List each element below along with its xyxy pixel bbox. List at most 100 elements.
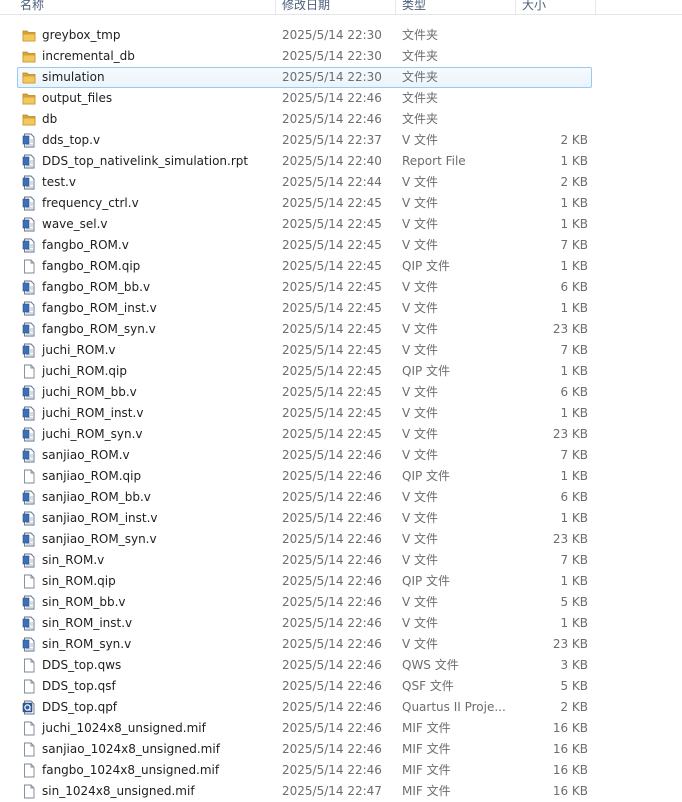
document-icon <box>22 679 36 694</box>
file-row[interactable]: sin_ROM.qip 2025/5/14 22:46 QIP 文件 1 KB <box>17 571 592 592</box>
file-date: 2025/5/14 22:46 <box>282 112 382 126</box>
file-size: 1 KB <box>560 301 588 315</box>
file-type: QIP 文件 <box>402 469 451 483</box>
file-row[interactable]: juchi_ROM_bb.v 2025/5/14 22:45 V 文件 6 KB <box>17 382 592 403</box>
verilog-file-icon <box>22 385 36 400</box>
file-row[interactable]: fangbo_ROM.v 2025/5/14 22:45 V 文件 7 KB <box>17 235 592 256</box>
file-type: V 文件 <box>402 616 439 630</box>
file-row[interactable]: test.v 2025/5/14 22:44 V 文件 2 KB <box>17 172 592 193</box>
folder-row[interactable]: greybox_tmp 2025/5/14 22:30 文件夹 <box>17 25 592 46</box>
file-name: test.v <box>42 175 76 189</box>
file-size <box>522 47 588 66</box>
file-row[interactable]: DDS_top.qws 2025/5/14 22:46 QWS 文件 3 KB <box>17 655 592 676</box>
file-name: sin_ROM.v <box>42 553 105 567</box>
file-size: 16 KB <box>552 742 588 756</box>
file-row[interactable]: sin_ROM.v 2025/5/14 22:46 V 文件 7 KB <box>17 550 592 571</box>
file-type: V 文件 <box>402 217 439 231</box>
file-row[interactable]: juchi_1024x8_unsigned.mif 2025/5/14 22:46… <box>17 718 592 739</box>
file-size: 5 KB <box>560 679 588 693</box>
file-row[interactable]: sanjiao_1024x8_unsigned.mif 2025/5/14 22:… <box>17 739 592 760</box>
file-row[interactable]: wave_sel.v 2025/5/14 22:45 V 文件 1 KB <box>17 214 592 235</box>
column-divider[interactable] <box>275 0 276 14</box>
column-header-date[interactable]: 修改日期 <box>280 0 330 14</box>
file-name: fangbo_ROM.qip <box>42 259 141 273</box>
file-size <box>522 110 588 129</box>
file-type: 文件夹 <box>402 112 439 126</box>
file-row[interactable]: sanjiao_ROM_bb.v 2025/5/14 22:46 V 文件 6 KB <box>17 487 592 508</box>
file-date: 2025/5/14 22:46 <box>282 91 382 105</box>
verilog-file-icon <box>22 490 36 505</box>
file-date: 2025/5/14 22:46 <box>282 616 382 630</box>
folder-icon <box>22 49 36 64</box>
folder-row[interactable]: incremental_db 2025/5/14 22:30 文件夹 <box>17 46 592 67</box>
verilog-file-icon <box>22 217 36 232</box>
file-name: sanjiao_ROM.v <box>42 448 130 462</box>
file-row[interactable]: fangbo_ROM.qip 2025/5/14 22:45 QIP 文件 1 KB <box>17 256 592 277</box>
file-date: 2025/5/14 22:46 <box>282 721 382 735</box>
file-row[interactable]: juchi_ROM.qip 2025/5/14 22:45 QIP 文件 1 KB <box>17 361 592 382</box>
file-name: fangbo_ROM_syn.v <box>42 322 156 336</box>
file-row[interactable]: juchi_ROM_inst.v 2025/5/14 22:45 V 文件 1 KB <box>17 403 592 424</box>
file-row[interactable]: DDS_top.qpf 2025/5/14 22:46 Quartus II Pro… <box>17 697 592 718</box>
column-header-size[interactable]: 大小 <box>520 0 546 14</box>
file-size: 7 KB <box>560 448 588 462</box>
column-divider[interactable] <box>595 0 596 14</box>
file-row[interactable]: juchi_ROM_syn.v 2025/5/14 22:45 V 文件 23 KB <box>17 424 592 445</box>
file-date: 2025/5/14 22:45 <box>282 238 382 252</box>
folder-row[interactable]: output_files 2025/5/14 22:46 文件夹 <box>17 88 592 109</box>
file-row[interactable]: sin_ROM_inst.v 2025/5/14 22:46 V 文件 1 KB <box>17 613 592 634</box>
file-row[interactable]: fangbo_1024x8_unsigned.mif 2025/5/14 22:4… <box>17 760 592 781</box>
column-divider[interactable] <box>395 0 396 14</box>
file-row[interactable]: juchi_ROM.v 2025/5/14 22:45 V 文件 7 KB <box>17 340 592 361</box>
folder-row[interactable]: simulation 2025/5/14 22:30 文件夹 <box>17 67 592 88</box>
file-row[interactable]: sin_ROM_syn.v 2025/5/14 22:46 V 文件 23 KB <box>17 634 592 655</box>
column-header-name[interactable]: 名称 <box>18 0 44 14</box>
folder-row[interactable]: db 2025/5/14 22:46 文件夹 <box>17 109 592 130</box>
file-date: 2025/5/14 22:46 <box>282 637 382 651</box>
column-header-type[interactable]: 类型 <box>400 0 426 14</box>
file-size: 23 KB <box>552 427 588 441</box>
file-name: wave_sel.v <box>42 217 108 231</box>
file-date: 2025/5/14 22:45 <box>282 259 382 273</box>
file-row[interactable]: sin_ROM_bb.v 2025/5/14 22:46 V 文件 5 KB <box>17 592 592 613</box>
file-row[interactable]: sin_1024x8_unsigned.mif 2025/5/14 22:47 MI… <box>17 781 592 802</box>
file-date: 2025/5/14 22:40 <box>282 154 382 168</box>
file-size: 1 KB <box>560 406 588 420</box>
file-row[interactable]: sanjiao_ROM_syn.v 2025/5/14 22:46 V 文件 23 K… <box>17 529 592 550</box>
file-type: QIP 文件 <box>402 574 451 588</box>
file-name: sin_ROM.qip <box>42 574 116 588</box>
file-date: 2025/5/14 22:46 <box>282 553 382 567</box>
file-row[interactable]: sanjiao_ROM.v 2025/5/14 22:46 V 文件 7 KB <box>17 445 592 466</box>
file-row[interactable]: DDS_top.qsf 2025/5/14 22:46 QSF 文件 5 KB <box>17 676 592 697</box>
file-row[interactable]: frequency_ctrl.v 2025/5/14 22:45 V 文件 1 KB <box>17 193 592 214</box>
file-type: MIF 文件 <box>402 721 451 735</box>
file-date: 2025/5/14 22:44 <box>282 175 382 189</box>
file-type: 文件夹 <box>402 91 439 105</box>
verilog-file-icon <box>22 343 36 358</box>
file-row[interactable]: dds_top.v 2025/5/14 22:37 V 文件 2 KB <box>17 130 592 151</box>
file-row[interactable]: DDS_top_nativelink_simulation.rpt 2025/5/… <box>17 151 592 172</box>
column-divider[interactable] <box>515 0 516 14</box>
file-type: V 文件 <box>402 196 439 210</box>
document-icon <box>22 259 36 274</box>
file-date: 2025/5/14 22:45 <box>282 196 382 210</box>
file-row[interactable]: fangbo_ROM_bb.v 2025/5/14 22:45 V 文件 6 KB <box>17 277 592 298</box>
document-icon <box>22 784 36 799</box>
file-name: simulation <box>42 70 105 84</box>
verilog-file-icon <box>22 196 36 211</box>
file-name: sin_ROM_bb.v <box>42 595 126 609</box>
file-size: 23 KB <box>552 637 588 651</box>
folder-icon <box>22 91 36 106</box>
file-size: 23 KB <box>552 532 588 546</box>
file-date: 2025/5/14 22:45 <box>282 406 382 420</box>
file-size: 3 KB <box>560 658 588 672</box>
file-name: sanjiao_ROM_bb.v <box>42 490 151 504</box>
verilog-file-icon <box>22 175 36 190</box>
file-type: 文件夹 <box>402 28 439 42</box>
file-name: DDS_top.qws <box>42 658 122 672</box>
file-row[interactable]: fangbo_ROM_inst.v 2025/5/14 22:45 V 文件 1 KB <box>17 298 592 319</box>
file-date: 2025/5/14 22:46 <box>282 448 382 462</box>
file-row[interactable]: sanjiao_ROM.qip 2025/5/14 22:46 QIP 文件 1 KB <box>17 466 592 487</box>
file-row[interactable]: fangbo_ROM_syn.v 2025/5/14 22:45 V 文件 23 KB <box>17 319 592 340</box>
file-row[interactable]: sanjiao_ROM_inst.v 2025/5/14 22:46 V 文件 1 K… <box>17 508 592 529</box>
